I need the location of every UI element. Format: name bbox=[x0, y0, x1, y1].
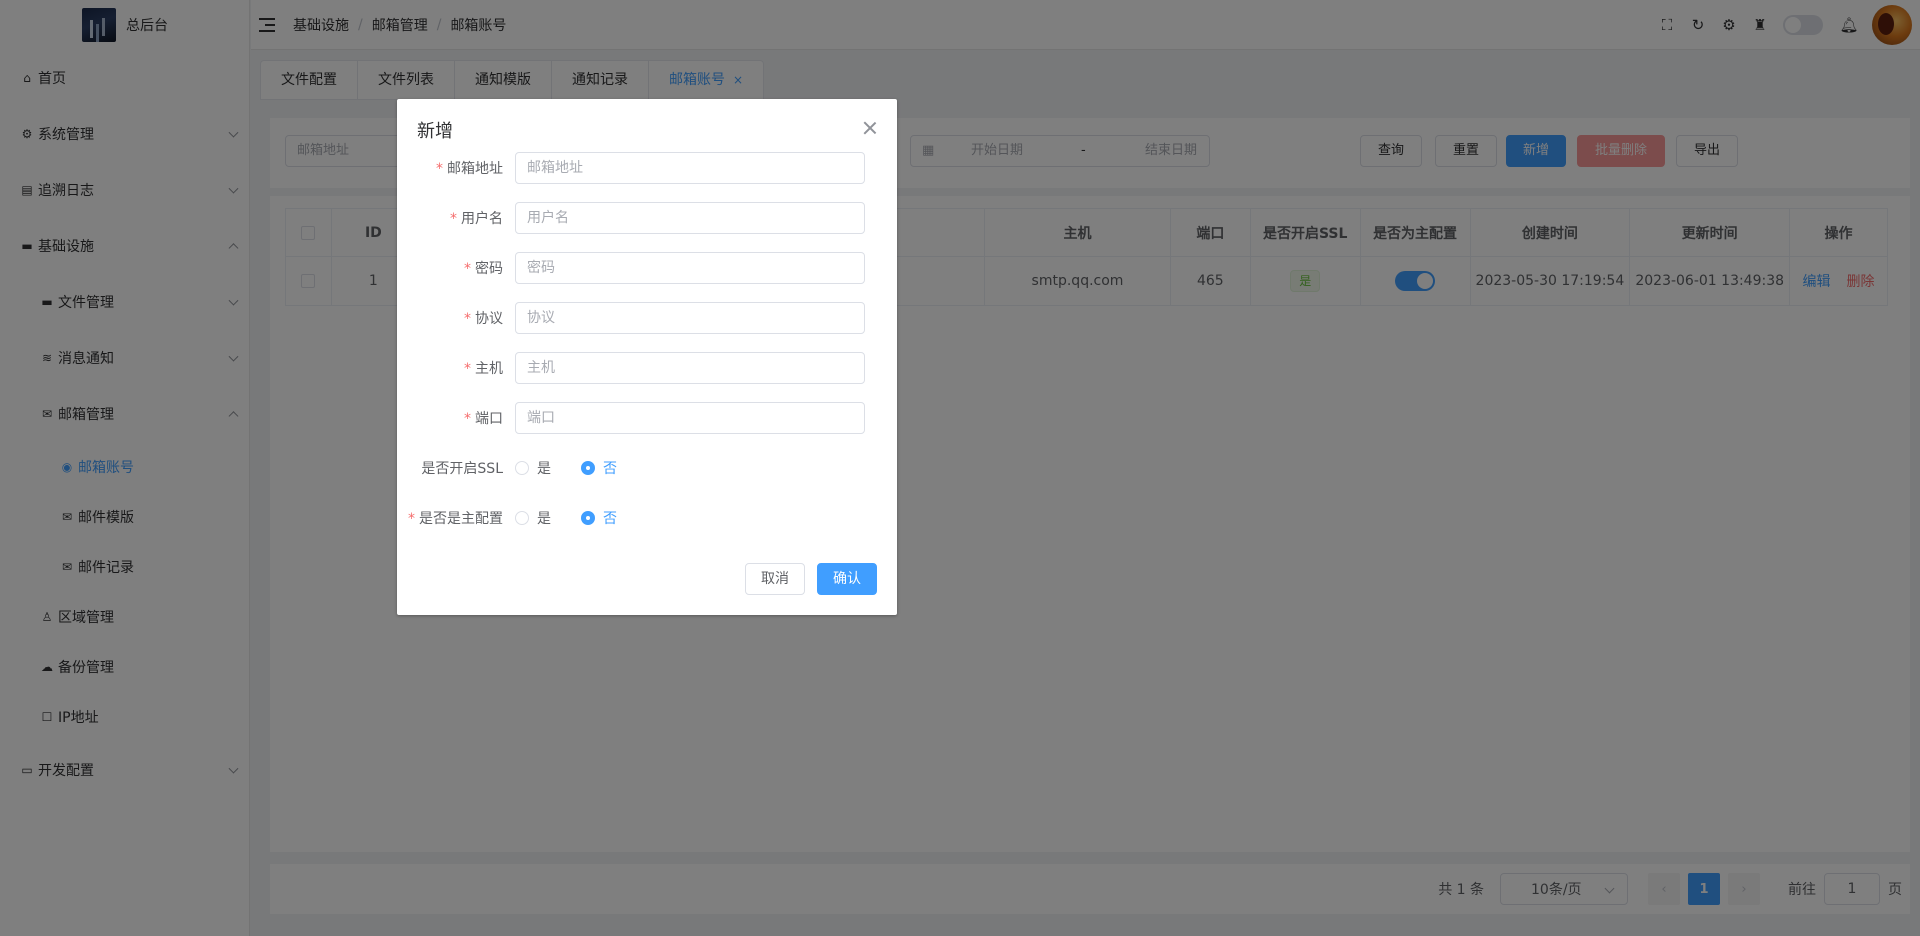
form-label-text: 协议 bbox=[475, 311, 503, 327]
primary-radio-no[interactable]: 否 bbox=[581, 508, 617, 528]
primary-radio-yes[interactable]: 是 bbox=[515, 508, 551, 528]
radio-label: 否 bbox=[603, 461, 617, 477]
password-field[interactable]: 密码 bbox=[515, 252, 865, 284]
required-mark: * bbox=[464, 311, 471, 327]
required-mark: * bbox=[464, 411, 471, 427]
form-row-primary: * 是否是主配置 是 否 bbox=[397, 502, 897, 534]
form-label: * 是否是主配置 bbox=[397, 508, 515, 528]
ssl-radio-no[interactable]: 否 bbox=[581, 458, 617, 478]
form-row-port: * 端口 端口 bbox=[397, 402, 897, 434]
email-field[interactable]: 邮箱地址 bbox=[515, 152, 865, 184]
radio-label: 是 bbox=[537, 511, 551, 527]
radio-circle bbox=[515, 511, 529, 525]
required-mark: * bbox=[450, 211, 457, 227]
protocol-field[interactable]: 协议 bbox=[515, 302, 865, 334]
confirm-button[interactable]: 确认 bbox=[817, 563, 877, 595]
form-label: * 邮箱地址 bbox=[397, 158, 515, 178]
form-row-host: * 主机 主机 bbox=[397, 352, 897, 384]
form-row-username: * 用户名 用户名 bbox=[397, 202, 897, 234]
form-label-text: 密码 bbox=[475, 261, 503, 277]
form-label: * 协议 bbox=[397, 308, 515, 328]
required-mark: * bbox=[408, 511, 415, 527]
add-dialog: 新增 * 邮箱地址 邮箱地址 * 用户名 用户名 * 密码 密码 * 协议 协议 * 主机… bbox=[397, 99, 897, 615]
username-field[interactable]: 用户名 bbox=[515, 202, 865, 234]
dialog-title: 新增 bbox=[417, 121, 453, 142]
form-label: * 密码 bbox=[397, 258, 515, 278]
port-field[interactable]: 端口 bbox=[515, 402, 865, 434]
radio-label: 是 bbox=[537, 461, 551, 477]
radio-circle bbox=[515, 461, 529, 475]
form-label: * 端口 bbox=[397, 408, 515, 428]
form-label-text: 用户名 bbox=[461, 211, 503, 227]
required-mark: * bbox=[464, 361, 471, 377]
host-field[interactable]: 主机 bbox=[515, 352, 865, 384]
form-label-text: 主机 bbox=[475, 361, 503, 377]
form-row-ssl: 是否开启SSL 是 否 bbox=[397, 452, 897, 484]
radio-circle bbox=[581, 461, 595, 475]
form-row-protocol: * 协议 协议 bbox=[397, 302, 897, 334]
modal-overlay[interactable] bbox=[0, 0, 1920, 936]
form-label: * 主机 bbox=[397, 358, 515, 378]
required-mark: * bbox=[436, 161, 443, 177]
form-label-text: 邮箱地址 bbox=[447, 161, 503, 177]
form-label-text: 端口 bbox=[475, 411, 503, 427]
form-row-email: * 邮箱地址 邮箱地址 bbox=[397, 152, 897, 184]
ssl-radio-yes[interactable]: 是 bbox=[515, 458, 551, 478]
cancel-button[interactable]: 取消 bbox=[745, 563, 805, 595]
form-label-text: 是否是主配置 bbox=[419, 511, 503, 527]
form-label: * 用户名 bbox=[397, 208, 515, 228]
form-label: 是否开启SSL bbox=[421, 461, 503, 477]
required-mark: * bbox=[464, 261, 471, 277]
radio-label: 否 bbox=[603, 511, 617, 527]
form-row-password: * 密码 密码 bbox=[397, 252, 897, 284]
radio-circle bbox=[581, 511, 595, 525]
close-icon[interactable] bbox=[863, 121, 877, 135]
